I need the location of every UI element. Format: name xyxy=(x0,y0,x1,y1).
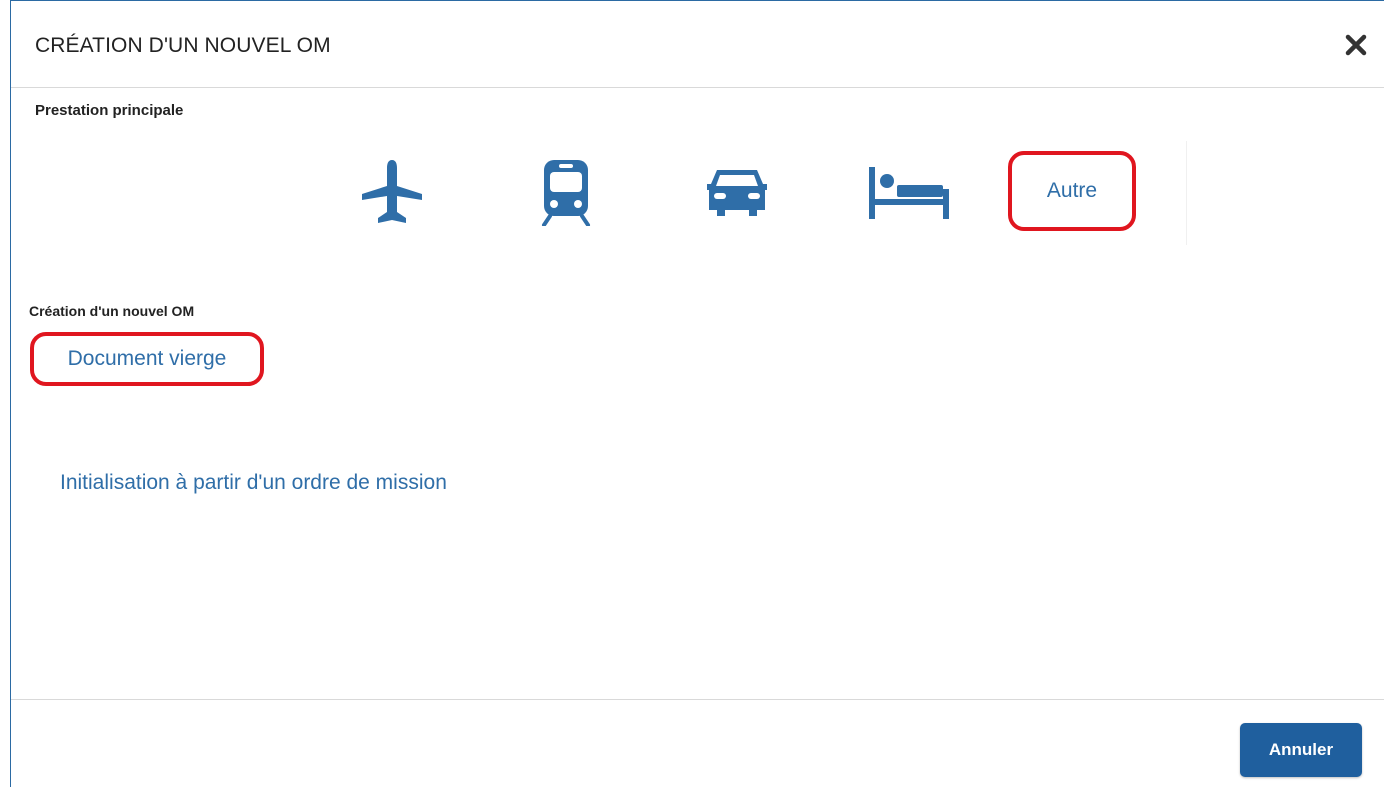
prestation-label: Prestation principale xyxy=(35,102,184,119)
cancel-button[interactable]: Annuler xyxy=(1240,723,1362,777)
train-icon xyxy=(542,160,590,226)
blank-document-link[interactable]: Document vierge xyxy=(30,332,264,386)
init-from-order-link[interactable]: Initialisation à partir d'un ordre de mi… xyxy=(60,471,447,495)
dialog-header: CRÉATION D'UN NOUVEL OM xyxy=(11,1,1384,88)
hotel-option[interactable] xyxy=(866,161,952,223)
hotel-bed-icon xyxy=(869,167,949,219)
close-icon[interactable] xyxy=(1342,31,1370,59)
autre-option[interactable]: Autre xyxy=(1008,151,1136,231)
create-om-dialog: CRÉATION D'UN NOUVEL OM Prestation princ… xyxy=(10,0,1384,787)
car-icon xyxy=(707,170,767,216)
car-option[interactable] xyxy=(701,161,773,223)
autre-label: Autre xyxy=(1046,179,1098,202)
vertical-divider xyxy=(1186,141,1187,245)
creation-label: Création d'un nouvel OM xyxy=(29,303,195,319)
blank-document-label: Document vierge xyxy=(67,347,227,370)
plane-option[interactable] xyxy=(356,157,428,227)
dialog-title: CRÉATION D'UN NOUVEL OM xyxy=(35,34,331,57)
footer-divider xyxy=(11,699,1384,700)
train-option[interactable] xyxy=(536,157,596,227)
plane-icon xyxy=(362,160,422,223)
